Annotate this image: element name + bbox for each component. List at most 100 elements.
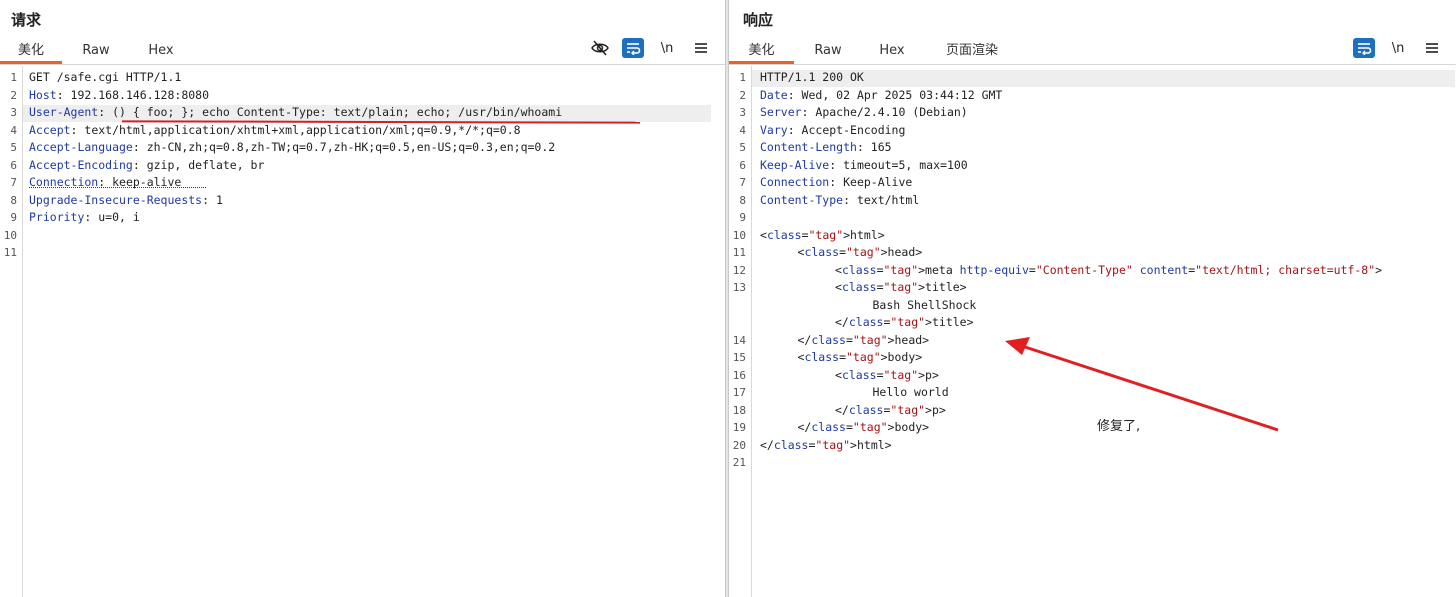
annotation-note: 修复了, bbox=[1097, 419, 1141, 434]
tab-pretty[interactable]: 美化 bbox=[0, 39, 62, 64]
header-key: Accept-Encoding bbox=[29, 157, 133, 172]
request-line: GET /safe.cgi HTTP/1.1 bbox=[29, 69, 181, 86]
header-value: : 165 bbox=[856, 140, 892, 154]
line-number: 19 bbox=[732, 421, 746, 434]
line-number: 9 bbox=[10, 211, 17, 224]
header-key: Date bbox=[760, 87, 788, 102]
line-number: 17 bbox=[732, 386, 746, 399]
line-number: 1 bbox=[10, 71, 17, 84]
response-editor[interactable]: 1 HTTP/1.1 200 OK 2 Date: Wed, 02 Apr 2025 … bbox=[729, 66, 1456, 597]
response-line: </class="tag">body> bbox=[797, 420, 930, 434]
newline-icon[interactable]: \n bbox=[656, 38, 678, 58]
response-line: Keep-Alive: timeout=5, max=100 bbox=[760, 157, 968, 174]
header-value: : Apache/2.4.10 (Debian) bbox=[801, 105, 968, 119]
line-number: 4 bbox=[10, 123, 17, 137]
header-key: User-Agent bbox=[29, 105, 99, 119]
line-number: 3 bbox=[10, 106, 17, 119]
request-line: Connection: keep-alive bbox=[29, 174, 181, 191]
response-line: <class="tag">title> bbox=[835, 280, 967, 294]
response-line: HTTP/1.1 200 OK bbox=[760, 69, 864, 86]
line-number: 7 bbox=[739, 176, 746, 189]
line-number: 5 bbox=[10, 141, 17, 154]
header-key: Accept bbox=[29, 122, 71, 137]
request-tabs: 美化 Raw Hex bbox=[0, 39, 725, 65]
response-line: Date: Wed, 02 Apr 2025 03:44:12 GMT bbox=[760, 87, 1002, 104]
line-number: 6 bbox=[739, 158, 746, 172]
request-line: Upgrade-Insecure-Requests: 1 bbox=[29, 192, 223, 209]
response-title: 响应 bbox=[743, 11, 774, 29]
header-value: : 192.168.146.128:8080 bbox=[56, 87, 210, 102]
tab-hex[interactable]: Hex bbox=[866, 39, 918, 64]
response-line: Bash ShellShock bbox=[872, 297, 977, 312]
line-number: 14 bbox=[732, 333, 746, 347]
response-line: <class="tag">html> bbox=[760, 227, 885, 242]
header-value: : Keep-Alive bbox=[829, 175, 913, 189]
header-value: : text/html bbox=[843, 192, 920, 207]
line-number: 3 bbox=[739, 106, 746, 119]
wrap-icon[interactable] bbox=[622, 38, 644, 58]
response-line: </class="tag">p> bbox=[835, 402, 946, 417]
header-key: Vary bbox=[760, 122, 788, 137]
line-number: 16 bbox=[732, 368, 746, 382]
line-number: 2 bbox=[739, 88, 746, 102]
header-value: : u=0, i bbox=[84, 210, 140, 224]
line-number: 10 bbox=[3, 228, 17, 242]
line-number: 8 bbox=[739, 193, 746, 207]
response-line: </class="tag">title> bbox=[835, 315, 974, 329]
response-line: <class="tag">meta http-equiv="Content-Ty… bbox=[835, 262, 1383, 277]
header-key: Keep-Alive bbox=[760, 157, 830, 172]
request-line: User-Agent: () { foo; }; echo Content-Ty… bbox=[29, 104, 562, 121]
line-number: 7 bbox=[10, 176, 17, 189]
header-value: : timeout=5, max=100 bbox=[829, 157, 968, 172]
tab-raw[interactable]: Raw bbox=[802, 39, 854, 64]
line-number: 2 bbox=[10, 88, 17, 102]
header-key: Connection bbox=[760, 175, 830, 189]
response-line: Vary: Accept-Encoding bbox=[760, 122, 905, 139]
request-line: Accept-Language: zh-CN,zh;q=0.8,zh-TW;q=… bbox=[29, 139, 555, 156]
line-number: 5 bbox=[739, 141, 746, 154]
tab-hex[interactable]: Hex bbox=[134, 39, 188, 64]
spellcheck-underline bbox=[29, 187, 206, 188]
header-value: : 1 bbox=[202, 192, 223, 207]
tab-raw[interactable]: Raw bbox=[70, 39, 122, 64]
header-value: : text/html,application/xhtml+xml,applic… bbox=[70, 122, 521, 137]
newline-icon[interactable]: \n bbox=[1387, 38, 1409, 58]
response-line: Server: Apache/2.4.10 (Debian) bbox=[760, 104, 968, 121]
line-number: 6 bbox=[10, 158, 17, 172]
request-editor[interactable]: 1 GET /safe.cgi HTTP/1.1 2 Host: 192.168.14… bbox=[0, 66, 725, 597]
line-number: 21 bbox=[732, 456, 746, 469]
header-key: Server bbox=[760, 105, 802, 119]
line-number: 11 bbox=[3, 246, 17, 259]
eye-off-icon[interactable] bbox=[589, 38, 611, 58]
header-value: : zh-CN,zh;q=0.8,zh-TW;q=0.7,zh-HK;q=0.5… bbox=[132, 140, 556, 154]
line-number: 8 bbox=[10, 193, 17, 207]
header-key: Content-Type bbox=[760, 192, 844, 207]
menu-icon[interactable] bbox=[690, 38, 712, 58]
wrap-icon[interactable] bbox=[1353, 38, 1375, 58]
line-number: 4 bbox=[739, 123, 746, 137]
response-line: Content-Type: text/html bbox=[760, 192, 919, 209]
header-value: : Wed, 02 Apr 2025 03:44:12 GMT bbox=[787, 87, 1003, 102]
tab-render[interactable]: 页面渲染 bbox=[933, 39, 1011, 64]
response-tabs: 美化 Raw Hex 页面渲染 bbox=[729, 39, 1456, 65]
request-line: Accept-Encoding: gzip, deflate, br bbox=[29, 157, 264, 174]
header-value: : Accept-Encoding bbox=[787, 122, 906, 137]
header-value: : () { foo; }; echo Content-Type: text/p… bbox=[98, 105, 563, 119]
response-line: Connection: Keep-Alive bbox=[760, 174, 912, 191]
request-line: Host: 192.168.146.128:8080 bbox=[29, 87, 209, 104]
tab-pretty[interactable]: 美化 bbox=[729, 39, 794, 64]
line-number: 13 bbox=[732, 281, 746, 294]
header-key: Host bbox=[29, 87, 57, 102]
header-key: Upgrade-Insecure-Requests bbox=[29, 192, 203, 207]
header-value: : gzip, deflate, br bbox=[132, 157, 265, 172]
header-key: Content-Length bbox=[760, 140, 857, 154]
line-number: 10 bbox=[732, 228, 746, 242]
response-pane: 响应 美化 Raw Hex 页面渲染 \n 1 HTTP/1.1 200 OK 2 D… bbox=[729, 0, 1456, 597]
line-number: 18 bbox=[732, 403, 746, 417]
line-number: 1 bbox=[739, 71, 746, 84]
header-key: Accept-Language bbox=[29, 140, 133, 154]
header-key: Priority bbox=[29, 210, 85, 224]
menu-icon[interactable] bbox=[1421, 38, 1443, 58]
response-line: <class="tag">p> bbox=[835, 367, 939, 382]
header-value: GET /safe.cgi HTTP/1.1 bbox=[29, 70, 182, 84]
